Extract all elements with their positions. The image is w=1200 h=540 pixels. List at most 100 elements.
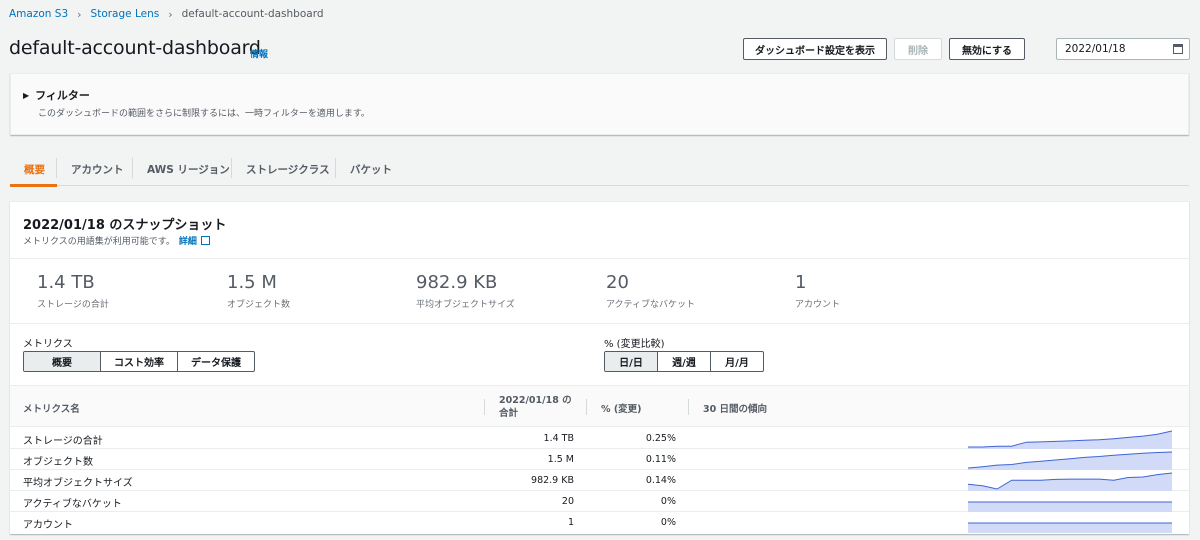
row-percent: 0.11% <box>645 454 676 465</box>
divider <box>10 323 1189 324</box>
trend-area <box>968 523 1172 533</box>
filter-panel: ▶ フィルター このダッシュボードの範囲をさらに制限するには、一時フィルターを適… <box>10 73 1189 135</box>
stat-label: アカウント <box>795 300 841 310</box>
trend-sparkline <box>968 472 1172 491</box>
metrics-table-header: メトリクス名 2022/01/18 の 合計 % (変更) 30 日間の傾向 <box>10 385 1189 427</box>
row-total: 982.9 KB <box>531 475 574 486</box>
tab-label: AWS リージョン <box>147 163 230 176</box>
date-value: 2022/01/18 <box>1065 43 1126 55</box>
table-row: アカウント 1 0% <box>10 512 1189 533</box>
row-total: 1.5 M <box>547 454 574 465</box>
compare-option-day[interactable]: 日/日 <box>605 352 658 371</box>
details-link[interactable]: 詳細 <box>179 234 197 247</box>
tab-aws-regions[interactable]: AWS リージョン <box>133 152 232 186</box>
disable-button[interactable]: 無効にする <box>949 38 1025 60</box>
col-metric-name[interactable]: メトリクス名 <box>23 401 80 415</box>
delete-button[interactable]: 削除 <box>894 38 942 60</box>
compare-selector-label: % (変更比較) <box>604 339 665 350</box>
stat-avg-object-size: 982.9 KB 平均オブジェクトサイズ <box>416 272 515 310</box>
breadcrumb-s3[interactable]: Amazon S3 <box>9 8 68 20</box>
row-percent: 0% <box>660 517 676 528</box>
column-divider <box>484 399 485 415</box>
stat-label: オブジェクト数 <box>227 300 291 310</box>
metrics-selector-label: メトリクス <box>23 339 73 350</box>
stat-value: 1.4 TB <box>37 272 95 293</box>
row-total: 20 <box>561 496 574 507</box>
tab-buckets[interactable]: バケット <box>336 152 406 186</box>
caret-right-icon: ▶ <box>23 90 30 100</box>
info-link[interactable]: 情報 <box>250 47 268 60</box>
stat-value: 1.5 M <box>227 272 277 293</box>
table-row: オブジェクト数 1.5 M 0.11% <box>10 449 1189 470</box>
col-total[interactable]: 2022/01/18 の 合計 <box>499 394 572 420</box>
trend-area <box>968 452 1172 470</box>
stat-value: 20 <box>606 272 629 293</box>
stat-active-buckets: 20 アクティブなバケット <box>606 272 695 310</box>
stat-label: 平均オブジェクトサイズ <box>416 300 515 310</box>
table-row: 平均オブジェクトサイズ 982.9 KB 0.14% <box>10 470 1189 491</box>
filter-title: フィルター <box>35 89 90 102</box>
column-divider <box>586 399 587 415</box>
external-link-icon[interactable] <box>200 236 210 245</box>
date-picker-input[interactable]: 2022/01/18 <box>1056 38 1190 60</box>
column-divider <box>688 399 689 415</box>
table-row: ストレージの合計 1.4 TB 0.25% <box>10 428 1189 449</box>
tab-accounts[interactable]: アカウント <box>57 152 133 186</box>
col-percent-change[interactable]: % (変更) <box>601 401 642 415</box>
tab-label: 概要 <box>24 163 45 176</box>
chevron-right-icon: › <box>168 7 173 21</box>
metrics-option-cost-efficiency[interactable]: コスト効率 <box>101 352 178 371</box>
row-metric-name: オブジェクト数 <box>23 457 93 468</box>
metrics-option-overview[interactable]: 概要 <box>24 352 101 371</box>
row-metric-name: アクティブなバケット <box>23 499 122 510</box>
trend-sparkline <box>968 451 1172 470</box>
filter-toggle[interactable]: ▶ フィルター <box>23 87 90 103</box>
trend-sparkline <box>968 501 1172 512</box>
divider <box>10 258 1189 259</box>
filter-description: このダッシュボードの範囲をさらに制限するには、一時フィルターを適用します。 <box>38 109 370 119</box>
breadcrumb: Amazon S3 › Storage Lens › default-accou… <box>9 6 324 22</box>
col-30-day-trend[interactable]: 30 日間の傾向 <box>703 401 767 415</box>
row-percent: 0.25% <box>645 433 676 444</box>
glossary-text: メトリクスの用語集が利用可能です。 <box>23 237 175 247</box>
col-total-line2: 合計 <box>499 408 519 419</box>
trend-sparkline <box>968 522 1172 533</box>
row-metric-name: ストレージの合計 <box>23 436 103 447</box>
stat-value: 982.9 KB <box>416 272 498 293</box>
snapshot-title: 2022/01/18 のスナップショット <box>23 218 227 233</box>
trend-sparkline <box>968 430 1172 449</box>
chevron-right-icon: › <box>77 7 82 21</box>
tab-bar: 概要 アカウント AWS リージョン ストレージクラス バケット <box>10 152 1189 187</box>
metrics-segmented-control: 概要 コスト効率 データ保護 <box>23 351 255 372</box>
snapshot-description: メトリクスの用語集が利用可能です。 詳細 <box>23 234 210 247</box>
stat-label: アクティブなバケット <box>606 300 696 310</box>
tab-overview[interactable]: 概要 <box>10 152 57 187</box>
page-title: default-account-dashboard <box>9 37 261 59</box>
table-row: アクティブなバケット 20 0% <box>10 491 1189 512</box>
stat-label: ストレージの合計 <box>37 300 109 310</box>
trend-area <box>968 502 1172 512</box>
tab-label: バケット <box>350 163 392 176</box>
breadcrumb-storage-lens[interactable]: Storage Lens <box>91 8 160 20</box>
view-dashboard-settings-button[interactable]: ダッシュボード設定を表示 <box>743 38 887 60</box>
tab-label: ストレージクラス <box>246 163 330 176</box>
stat-value: 1 <box>795 272 807 293</box>
row-metric-name: 平均オブジェクトサイズ <box>23 478 133 489</box>
tab-label: アカウント <box>71 163 124 176</box>
col-total-line1: 2022/01/18 の <box>499 395 572 406</box>
tab-storage-classes[interactable]: ストレージクラス <box>232 152 336 186</box>
row-percent: 0% <box>660 496 676 507</box>
compare-option-week[interactable]: 週/週 <box>658 352 711 371</box>
row-percent: 0.14% <box>645 475 676 486</box>
snapshot-card: 2022/01/18 のスナップショット メトリクスの用語集が利用可能です。 詳… <box>10 201 1189 534</box>
stat-accounts: 1 アカウント <box>795 272 840 310</box>
compare-segmented-control: 日/日 週/週 月/月 <box>604 351 764 372</box>
row-metric-name: アカウント <box>23 520 73 531</box>
row-total: 1.4 TB <box>543 433 574 444</box>
stat-object-count: 1.5 M オブジェクト数 <box>227 272 290 310</box>
row-total: 1 <box>567 517 574 528</box>
calendar-icon[interactable] <box>1173 44 1183 54</box>
stat-total-storage: 1.4 TB ストレージの合計 <box>37 272 109 310</box>
metrics-option-data-protection[interactable]: データ保護 <box>178 352 254 371</box>
compare-option-month[interactable]: 月/月 <box>711 352 763 371</box>
